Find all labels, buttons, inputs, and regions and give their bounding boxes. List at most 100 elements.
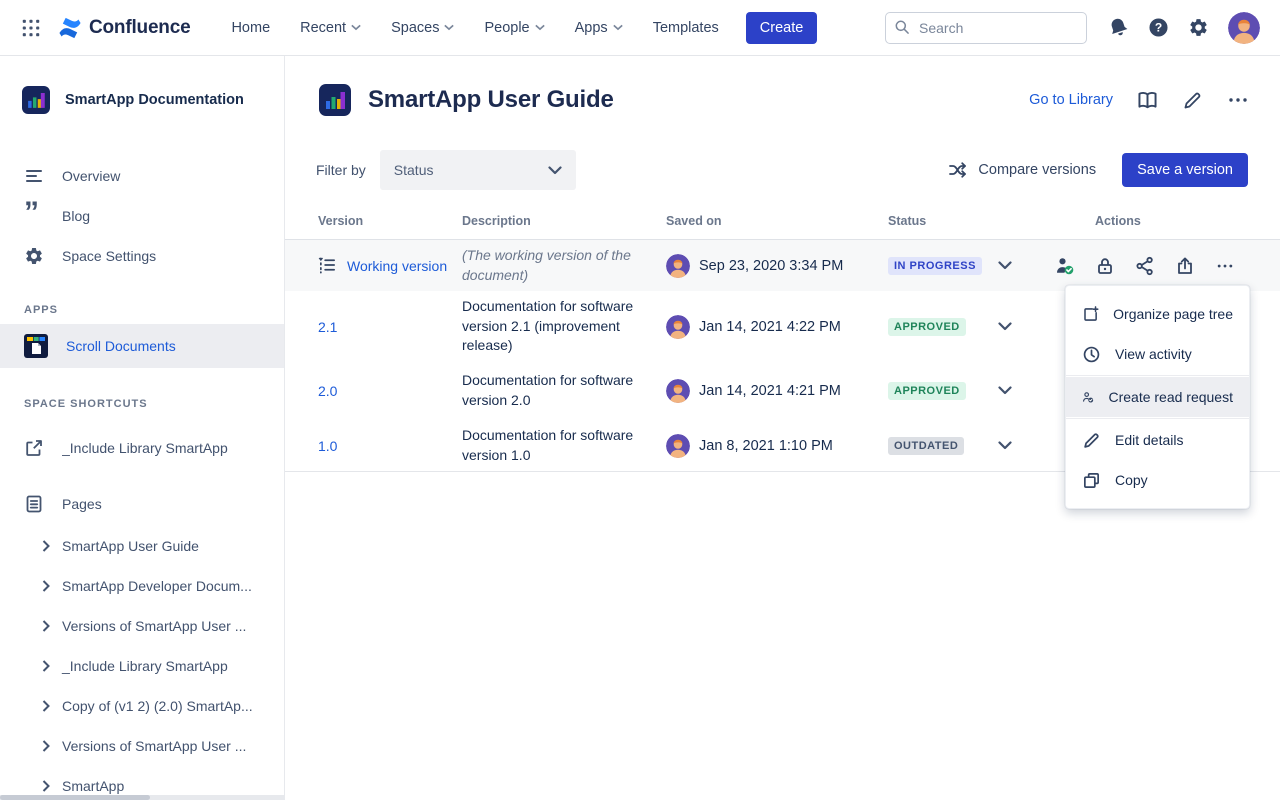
page-tree-item[interactable]: Copy of (v1 2) (2.0) SmartAp... [0,686,284,726]
nav-item-recent[interactable]: Recent [289,14,372,42]
row-expand-chevron[interactable] [980,261,1030,270]
avatar [666,434,690,458]
col-version: Version [318,214,462,228]
page-tree-item[interactable]: _Include Library SmartApp [0,646,284,686]
sidebar-scrollbar[interactable] [0,795,284,800]
col-actions: Actions [1030,214,1280,228]
product-name: Confluence [89,17,190,39]
save-a-version-button[interactable]: Save a version [1122,153,1248,187]
edit-pencil-icon[interactable] [1182,90,1203,111]
nav-item-apps[interactable]: Apps [564,14,634,42]
scroll-documents-app-icon [24,334,48,358]
notifications-bell-icon[interactable] [1108,17,1129,38]
chevron-down-icon [613,24,623,31]
space-name: SmartApp Documentation [65,92,244,108]
sidebar-item-blog[interactable]: ” Blog [0,196,284,236]
svg-text:?: ? [1155,20,1162,34]
page-tree-item[interactable]: SmartApp Developer Docum... [0,566,284,606]
compare-versions-button[interactable]: Compare versions [948,160,1096,180]
person-check-icon [1082,388,1094,407]
chevron-down-icon [998,441,1012,450]
gear-icon [24,246,44,266]
chevron-right-icon [42,740,50,752]
help-icon[interactable]: ? [1148,17,1169,38]
status-badge: IN PROGRESS [888,257,982,275]
search-box [885,12,1087,44]
more-ellipsis-icon[interactable] [1215,256,1235,276]
menu-item-copy[interactable]: Copy [1066,460,1249,500]
version-description: Documentation for software version 1.0 [462,426,666,465]
page-tree-item[interactable]: Versions of SmartApp User ... [0,726,284,766]
app-switcher-icon[interactable] [20,16,44,40]
sidebar-item-pages[interactable]: Pages [0,482,284,526]
row-expand-chevron[interactable] [980,386,1030,395]
nav-item-templates[interactable]: Templates [642,14,730,42]
page-tree-item[interactable]: Versions of SmartApp User ... [0,606,284,646]
nav-item-home[interactable]: Home [220,14,281,42]
search-icon [894,19,911,36]
menu-item-view-activity[interactable]: View activity [1066,334,1249,374]
chevron-down-icon [351,24,361,31]
create-button[interactable]: Create [746,12,818,44]
col-description: Description [462,214,666,228]
sidebar-item-include-library[interactable]: _Include Library SmartApp [0,426,284,470]
row-expand-chevron[interactable] [980,441,1030,450]
saved-on-date: Sep 23, 2020 3:34 PM [699,258,843,274]
avatar [666,254,690,278]
organize-page-tree-icon [1082,305,1099,324]
col-status: Status [888,214,980,228]
confluence-logo-icon [58,16,82,40]
nav-item-people[interactable]: People [473,14,555,42]
menu-item-create-read-request[interactable]: Create read request [1066,377,1249,417]
go-to-library-link[interactable]: Go to Library [1029,92,1113,108]
row-actions-menu: Organize page tree View activity Create … [1065,285,1250,509]
chevron-down-icon [548,166,562,175]
sidebar-item-scroll-documents[interactable]: Scroll Documents [0,324,284,368]
sidebar-item-overview[interactable]: Overview [0,156,284,196]
version-link[interactable]: 2.1 [318,319,337,335]
space-avatar-icon [22,86,50,114]
page-title: SmartApp User Guide [368,86,614,114]
confluence-logo[interactable]: Confluence [58,16,190,40]
version-description: (The working version of the document) [462,246,666,285]
primary-nav: Home Recent Spaces People Apps Templates [220,14,729,42]
chevron-right-icon [42,780,50,792]
space-shortcuts-heading: SPACE SHORTCUTS [24,398,284,410]
more-ellipsis-icon[interactable] [1226,88,1250,112]
nav-item-spaces[interactable]: Spaces [380,14,465,42]
user-avatar[interactable] [1228,12,1260,44]
clock-icon [1082,345,1101,364]
sidebar-item-space-settings[interactable]: Space Settings [0,236,284,276]
working-version-icon [318,256,337,275]
chevron-right-icon [42,580,50,592]
menu-divider [1066,375,1249,376]
version-link[interactable]: Working version [347,258,447,274]
restrictions-lock-icon[interactable] [1095,256,1115,276]
search-input[interactable] [885,12,1087,44]
settings-gear-icon[interactable] [1188,17,1209,38]
top-navigation: Confluence Home Recent Spaces People App… [0,0,1280,56]
saved-on-date: Jan 8, 2021 1:10 PM [699,438,833,454]
chevron-right-icon [42,660,50,672]
chevron-down-icon [998,386,1012,395]
filter-by-label: Filter by [316,162,366,178]
menu-item-edit-details[interactable]: Edit details [1066,420,1249,460]
external-link-icon [24,438,44,458]
pages-icon [24,494,44,514]
read-confirmation-icon[interactable] [1055,256,1075,276]
share-icon[interactable] [1135,256,1155,276]
row-expand-chevron[interactable] [980,322,1030,331]
page-tree-item[interactable]: SmartApp User Guide [0,526,284,566]
menu-item-organize-page-tree[interactable]: Organize page tree [1066,294,1249,334]
space-header[interactable]: SmartApp Documentation [22,86,264,114]
status-filter-select[interactable]: Status [380,150,576,190]
chevron-down-icon [998,322,1012,331]
space-sidebar: SmartApp Documentation Overview ” Blog S… [0,56,285,800]
apps-heading: APPS [24,304,284,316]
table-row: Working version (The working version of … [285,240,1280,291]
version-description: Documentation for software version 2.0 [462,371,666,410]
version-link[interactable]: 1.0 [318,438,337,454]
version-link[interactable]: 2.0 [318,383,337,399]
read-view-book-icon[interactable] [1136,89,1159,112]
export-icon[interactable] [1175,256,1195,276]
